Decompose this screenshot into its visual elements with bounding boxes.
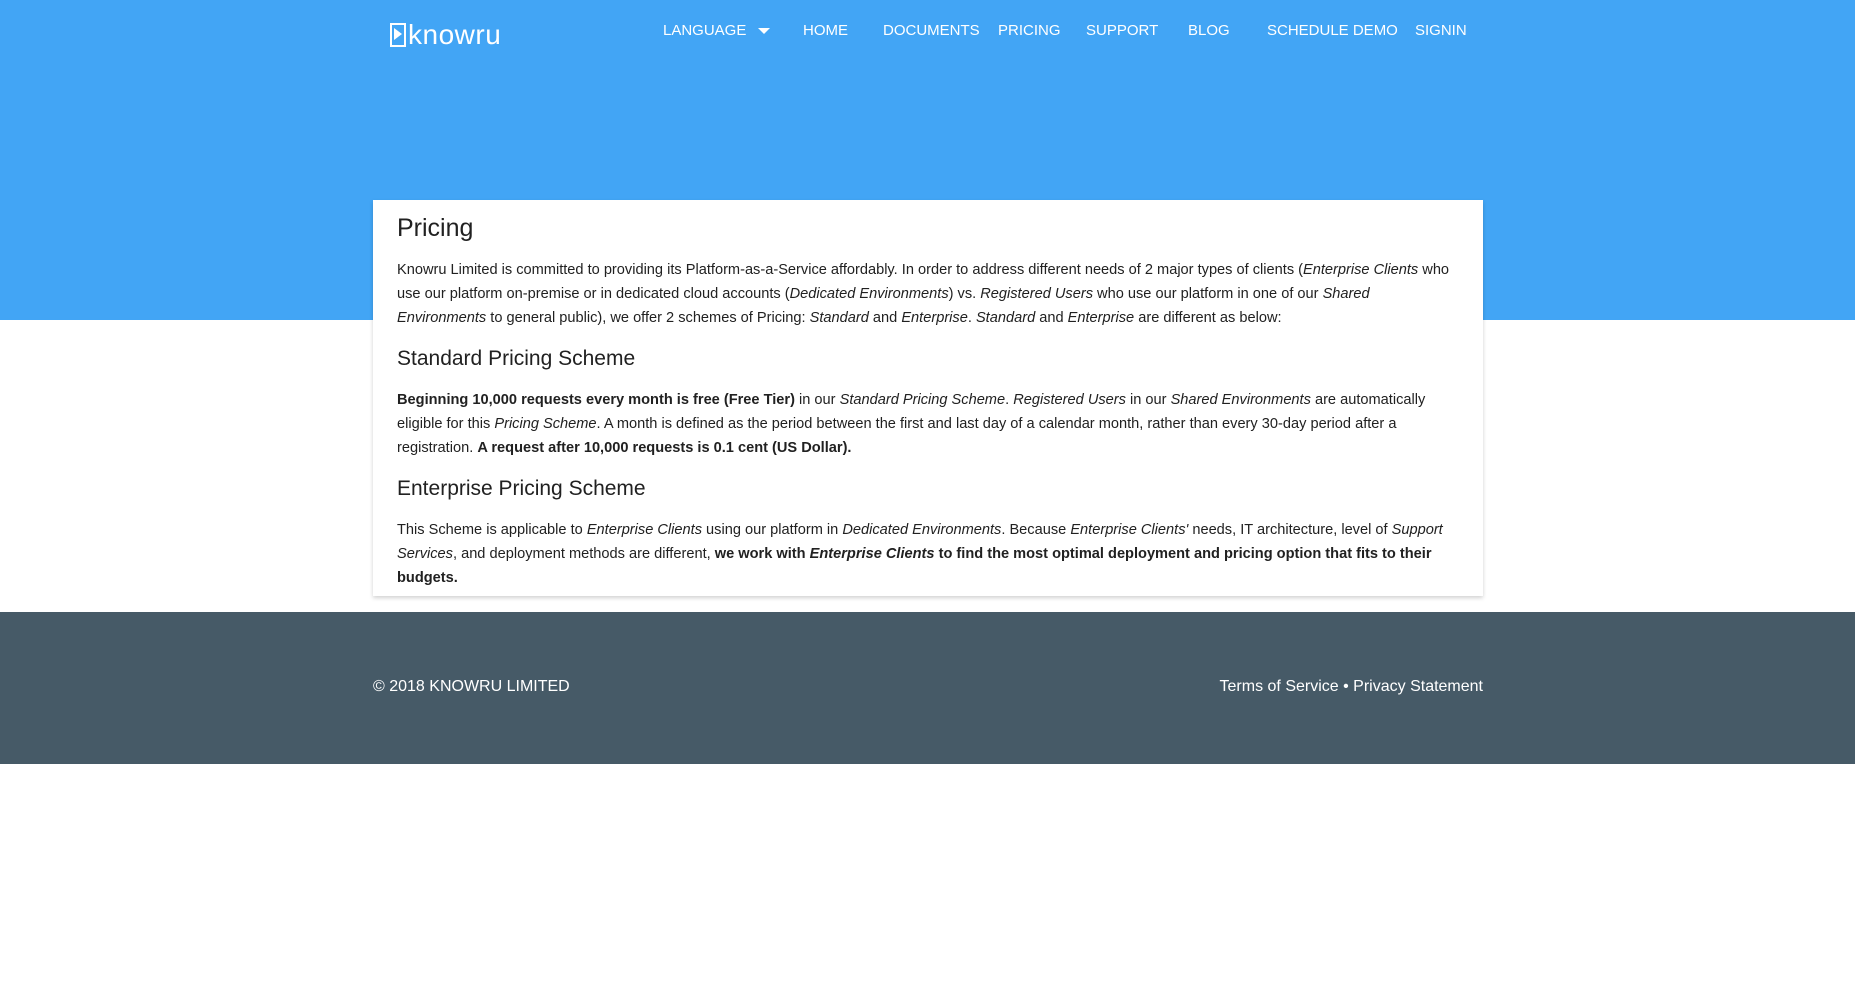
footer-separator: • — [1338, 678, 1354, 695]
text: to general public), we offer 2 schemes o… — [486, 310, 810, 326]
standard-scheme-paragraph: Beginning 10,000 requests every month is… — [397, 388, 1459, 460]
language-label: LANGUAGE — [663, 22, 747, 39]
emphasis: Enterprise Clients — [586, 522, 702, 538]
enterprise-scheme-heading: Enterprise Pricing Scheme — [397, 477, 646, 500]
nav-support[interactable]: SUPPORT — [1086, 22, 1158, 39]
text: using our platform in — [702, 522, 843, 538]
text: . — [1005, 392, 1014, 408]
emphasis: Standard — [975, 310, 1036, 326]
text: . Because — [1001, 522, 1071, 538]
text: ) vs. — [948, 286, 981, 302]
privacy-statement-link[interactable]: Privacy Statement — [1353, 678, 1483, 695]
text: This Scheme is applicable to — [397, 522, 587, 538]
nav-pricing[interactable]: PRICING — [998, 22, 1061, 39]
emphasis: Enterprise Clients — [1303, 262, 1419, 278]
logo-text: knowru — [408, 19, 502, 50]
language-dropdown[interactable]: LANGUAGE — [663, 22, 771, 39]
footer-links: Terms of Service • Privacy Statement — [1220, 678, 1483, 696]
nav-documents[interactable]: DOCUMENTS — [883, 22, 980, 39]
emphasis: Standard — [809, 310, 869, 326]
text: , and deployment methods are different, — [452, 546, 715, 562]
page-footer: © 2018 KNOWRU LIMITED Terms of Service •… — [0, 612, 1855, 764]
text: and — [1035, 310, 1068, 326]
text: in our — [794, 392, 840, 408]
emphasis: Enterprise — [1067, 310, 1135, 326]
text: who use our platform in one of our — [1093, 286, 1323, 302]
nav-home[interactable]: HOME — [803, 22, 848, 39]
intro-paragraph: Knowru Limited is committed to providing… — [397, 258, 1459, 330]
text: needs, IT architecture, level of — [1188, 522, 1392, 538]
strong-emphasis: Enterprise Clients — [809, 546, 935, 562]
pricing-card: Pricing Knowru Limited is committed to p… — [373, 200, 1483, 596]
copyright-text: © 2018 KNOWRU LIMITED — [373, 678, 570, 695]
emphasis: Shared Environments — [1170, 392, 1311, 408]
emphasis: Dedicated Environments — [842, 522, 1002, 538]
emphasis: Dedicated Environments — [789, 286, 949, 302]
text: . — [967, 310, 976, 326]
strong-text: A request after 10,000 requests is 0.1 c… — [477, 440, 852, 456]
caret-down-icon — [758, 28, 771, 35]
strong-text: Beginning 10,000 requests every month is… — [397, 392, 795, 408]
strong-part: we work with — [714, 546, 810, 562]
text: are different as below: — [1134, 310, 1282, 326]
brand-logo[interactable]: knowru — [390, 18, 501, 52]
text: in our — [1125, 392, 1171, 408]
top-navbar: knowru LANGUAGE HOME DOCUMENTS PRICING S… — [0, 0, 1855, 64]
emphasis: Enterprise — [901, 310, 968, 326]
page-title: Pricing — [397, 214, 474, 242]
text: and — [868, 310, 902, 326]
terms-of-service-link[interactable]: Terms of Service — [1220, 678, 1339, 695]
text: Knowru Limited is committed to providing… — [397, 262, 1304, 278]
emphasis: Registered Users — [1013, 392, 1126, 408]
emphasis: Enterprise Clients' — [1070, 522, 1189, 538]
nav-blog[interactable]: BLOG — [1188, 22, 1230, 39]
logo-icon — [390, 23, 406, 47]
emphasis: Standard Pricing Scheme — [839, 392, 1006, 408]
emphasis: Registered Users — [980, 286, 1093, 302]
standard-scheme-heading: Standard Pricing Scheme — [397, 347, 636, 370]
enterprise-scheme-paragraph: This Scheme is applicable to Enterprise … — [397, 518, 1459, 590]
nav-signin[interactable]: SIGNIN — [1415, 22, 1467, 39]
nav-schedule-demo[interactable]: SCHEDULE DEMO — [1267, 22, 1398, 39]
emphasis: Pricing Scheme — [494, 416, 597, 432]
